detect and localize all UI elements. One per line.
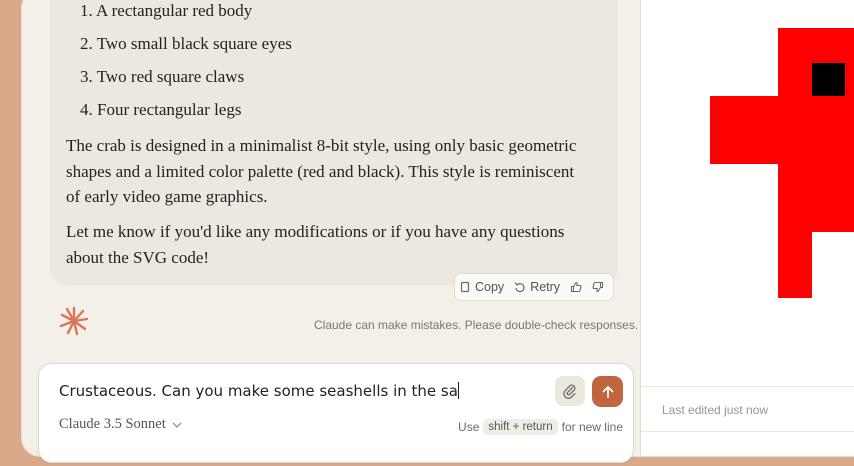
- attach-button[interactable]: [555, 376, 585, 406]
- crab-claw: [710, 96, 780, 164]
- hint-keys: shift + return: [483, 419, 558, 435]
- retry-label: Retry: [530, 280, 561, 294]
- list-item: 1. A rectangular red body: [80, 1, 253, 20]
- disclaimer-text: Claude can make mistakes. Please double-…: [314, 318, 639, 332]
- message-paragraph: Let me know if you'd like any modificati…: [66, 222, 565, 267]
- list-item: 4. Four rectangular legs: [80, 100, 242, 119]
- retry-icon: [514, 282, 525, 293]
- list-item: 2. Two small black square eyes: [80, 34, 292, 53]
- model-selector[interactable]: Claude 3.5 Sonnet: [59, 416, 182, 433]
- crab-artifact-preview: [710, 28, 854, 302]
- hint-use: Use: [458, 420, 480, 434]
- paperclip-icon: [563, 384, 576, 399]
- chevron-down-icon: [172, 422, 182, 428]
- last-edited-text: Last edited just now: [662, 403, 769, 417]
- copy-button[interactable]: Copy: [455, 280, 509, 294]
- send-button[interactable]: [592, 376, 623, 407]
- hint-suffix: for new line: [561, 420, 623, 434]
- copy-icon: [460, 281, 470, 293]
- thumbs-down-icon: [592, 281, 604, 293]
- text-caret: [457, 382, 459, 399]
- chat-pane: 1. A rectangular red body 2. Two small b…: [30, 0, 640, 463]
- list-item: 3. Two red square claws: [80, 67, 245, 86]
- copy-label: Copy: [475, 280, 505, 294]
- message-input-value: Crustaceous. Can you make some seashells…: [59, 382, 458, 400]
- thumbs-up-icon: [571, 281, 582, 293]
- arrow-up-icon: [602, 385, 613, 398]
- thumbs-down-button[interactable]: [587, 281, 609, 293]
- retry-button[interactable]: Retry: [509, 280, 565, 294]
- thumbs-up-button[interactable]: [565, 281, 587, 293]
- artifact-footer: Last edited just now: [641, 386, 854, 432]
- crab-leg-gap: [812, 232, 854, 302]
- model-label: Claude 3.5 Sonnet: [59, 416, 166, 432]
- artifact-pane: Last edited just now: [640, 0, 854, 456]
- message-paragraph: The crab is designed in a minimalist 8-b…: [66, 136, 577, 206]
- crab-eye: [812, 63, 845, 96]
- message-actions: Copy Retry: [454, 273, 614, 301]
- message-composer: Crustaceous. Can you make some seashells…: [38, 363, 634, 463]
- newline-hint: Use shift + return for new line: [458, 419, 623, 435]
- message-input[interactable]: Crustaceous. Can you make some seashells…: [59, 382, 459, 400]
- claude-logo-icon: [59, 306, 89, 336]
